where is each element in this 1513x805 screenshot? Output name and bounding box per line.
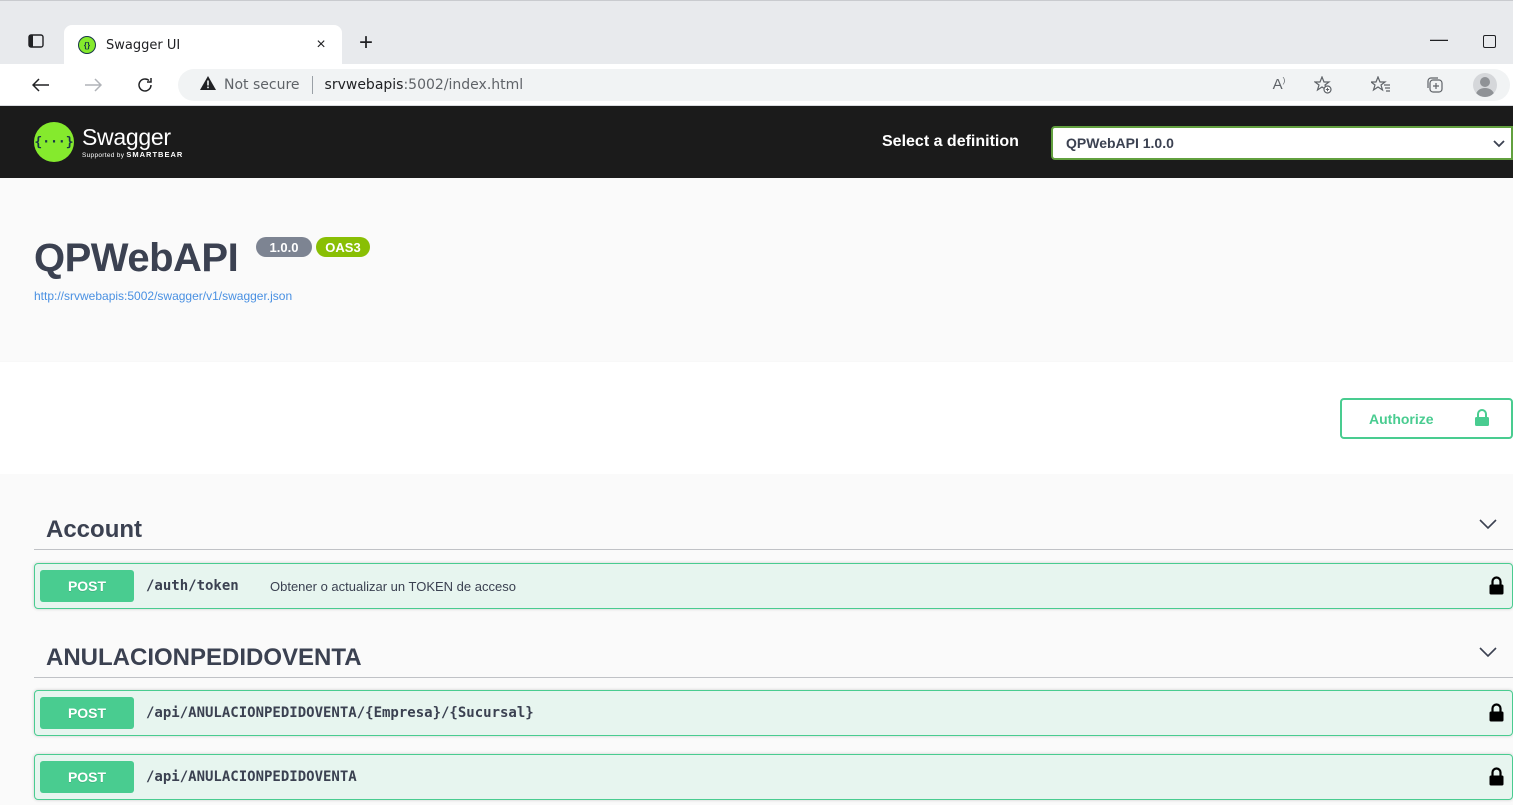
warning-icon[interactable] — [200, 76, 216, 94]
swagger-topbar: {···} Swagger Supported by SMARTBEAR Sel… — [0, 106, 1513, 178]
logo-tagline: Supported by SMARTBEAR — [82, 150, 183, 159]
api-title: QPWebAPI — [34, 236, 239, 280]
add-favorite-icon[interactable] — [1312, 75, 1334, 98]
http-method-badge: POST — [40, 697, 134, 729]
new-tab-button[interactable]: + — [352, 31, 380, 55]
oas-badge: OAS3 — [316, 237, 370, 257]
security-status-label[interactable]: Not secure — [224, 77, 300, 93]
scheme-container: Authorize — [0, 362, 1513, 474]
lock-icon[interactable] — [1489, 703, 1504, 722]
chevron-down-icon — [1479, 519, 1497, 530]
http-method-badge: POST — [40, 570, 134, 602]
operation-path: /auth/token — [146, 578, 239, 594]
read-aloud-icon[interactable]: A) — [1268, 76, 1290, 93]
definition-select[interactable]: QPWebAPI 1.0.0 — [1051, 126, 1513, 160]
reload-icon[interactable] — [132, 72, 158, 98]
unlocked-lock-icon — [1475, 409, 1489, 426]
authorize-button[interactable]: Authorize — [1340, 398, 1513, 439]
chevron-down-icon — [1479, 647, 1497, 658]
tag-header-account[interactable]: Account — [34, 500, 1513, 550]
definition-selected-value: QPWebAPI 1.0.0 — [1066, 135, 1174, 151]
operation-post-anulacion[interactable]: POST /api/ANULACIONPEDIDOVENTA — [34, 754, 1513, 800]
url-path: :5002/index.html — [403, 77, 524, 93]
operation-post-anulacion-empresa-sucursal[interactable]: POST /api/ANULACIONPEDIDOVENTA/{Empresa}… — [34, 690, 1513, 736]
operation-path: /api/ANULACIONPEDIDOVENTA — [146, 769, 357, 785]
chevron-down-icon — [1493, 136, 1505, 151]
tag-name: ANULACIONPEDIDOVENTA — [46, 644, 362, 671]
operation-post-auth-token[interactable]: POST /auth/token Obtener o actualizar un… — [34, 563, 1513, 609]
address-bar[interactable]: Not secure srvwebapis :5002/index.html — [178, 69, 1510, 101]
sidebar-toggle-icon[interactable] — [22, 27, 50, 55]
api-info-section: QPWebAPI 1.0.0 OAS3 http://srvwebapis:50… — [0, 178, 1513, 362]
minimize-window-button[interactable]: — — [1430, 29, 1448, 50]
operation-summary: Obtener o actualizar un TOKEN de acceso — [270, 579, 516, 594]
authorize-label: Authorize — [1369, 410, 1434, 427]
swagger-logo[interactable]: {···} Swagger Supported by SMARTBEAR — [34, 122, 183, 162]
logo-name: Swagger — [82, 124, 171, 150]
tag-name: Account — [46, 516, 142, 543]
forward-arrow-icon[interactable] — [80, 72, 106, 98]
lock-icon[interactable] — [1489, 576, 1504, 595]
logo-tagline-brand: SMARTBEAR — [126, 150, 184, 159]
profile-icon[interactable] — [1473, 73, 1497, 97]
logo-text: Swagger Supported by SMARTBEAR — [82, 124, 183, 159]
back-arrow-icon[interactable] — [28, 72, 54, 98]
http-method-badge: POST — [40, 761, 134, 793]
address-separator — [311, 76, 313, 94]
definition-label: Select a definition — [882, 133, 1019, 150]
close-tab-icon[interactable]: × — [310, 36, 332, 54]
lock-icon[interactable] — [1489, 767, 1504, 786]
browser-toolbar: Not secure srvwebapis :5002/index.html A… — [0, 64, 1513, 106]
spec-json-link[interactable]: http://srvwebapis:5002/swagger/v1/swagge… — [34, 289, 292, 303]
browser-tab-strip: {} Swagger UI × + — — [0, 0, 1513, 65]
read-aloud-glyph: A — [1272, 76, 1283, 93]
favorites-icon[interactable] — [1369, 75, 1392, 98]
swagger-favicon-icon: {} — [78, 36, 96, 54]
maximize-window-button[interactable] — [1483, 35, 1496, 48]
browser-tab[interactable]: {} Swagger UI × — [64, 25, 342, 65]
swagger-logo-icon: {···} — [34, 122, 74, 162]
tag-header-anulacionpedidoventa[interactable]: ANULACIONPEDIDOVENTA — [34, 628, 1513, 678]
operations-section: Account POST /auth/token Obtener o actua… — [0, 474, 1513, 805]
tab-title: Swagger UI — [106, 37, 181, 53]
collections-icon[interactable] — [1424, 76, 1446, 98]
version-badge: 1.0.0 — [256, 237, 312, 257]
logo-tagline-prefix: Supported by — [82, 152, 125, 159]
url-host: srvwebapis — [324, 77, 404, 93]
operation-path: /api/ANULACIONPEDIDOVENTA/{Empresa}/{Suc… — [146, 705, 534, 721]
